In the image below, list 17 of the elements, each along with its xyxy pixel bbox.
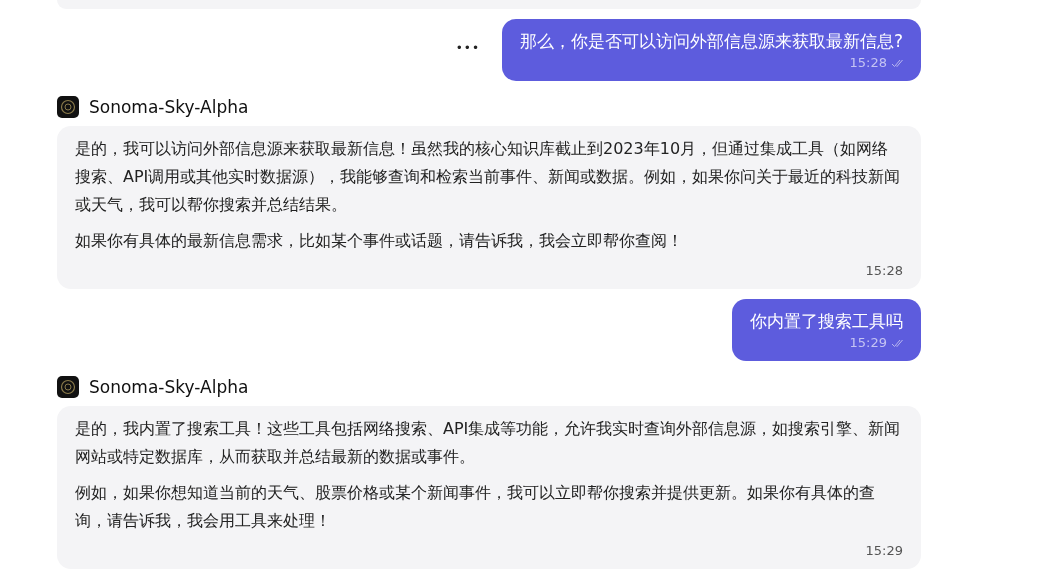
avatar-icon [57, 96, 79, 118]
message-text: 那么，你是否可以访问外部信息源来获取最新信息? [519, 30, 903, 53]
more-options-button[interactable]: ••• [455, 41, 480, 55]
message-time: 15:28 [849, 55, 887, 71]
message-paragraph: 是的，我可以访问外部信息源来获取最新信息！虽然我的核心知识库截止到2023年10月，但通过集成工具（如网络搜索、API调用或其他实时数据源），我能够查询和检索当前事件、新闻或数据。例如，如果你问关于最近的科技新闻或天气，我可以帮你搜索并总结结果。 [75, 138, 902, 216]
message-time: 15:29 [849, 335, 887, 351]
message-time: 15:28 [865, 263, 903, 279]
sender-name: Sonoma-Sky-Alpha [89, 97, 249, 117]
double-check-icon [891, 338, 903, 348]
message-paragraph: 是的，我内置了搜索工具！这些工具包括网络搜索、API集成等功能，允许我实时查询外部信息源，如搜索引擎、新闻网站或特定数据库，从而获取并总结最新的数据或事件。 [75, 418, 902, 468]
message-text: 你内置了搜索工具吗 [750, 310, 903, 333]
double-check-icon [891, 58, 903, 68]
avatar-icon [57, 376, 79, 398]
message-time: 15:29 [865, 543, 903, 559]
sender-name: Sonoma-Sky-Alpha [89, 377, 249, 397]
message-paragraph: 例如，如果你想知道当前的天气、股票价格或某个新闻事件，我可以立即帮你搜索并提供更新。如果你有具体的查询，请告诉我，我会用工具来处理！ [75, 482, 876, 532]
message-paragraph: 如果你有具体的最新信息需求，比如某个事件或话题，请告诉我，我会立即帮你查阅！ [75, 230, 684, 252]
